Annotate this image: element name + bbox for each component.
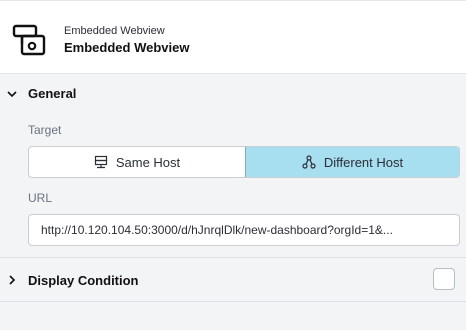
webview-icon	[12, 24, 46, 56]
section-general: General Target Same Host Different Host …	[0, 74, 466, 258]
chevron-right-icon[interactable]	[7, 275, 17, 285]
chevron-down-icon[interactable]	[7, 89, 17, 99]
target-label: Target	[28, 123, 62, 137]
section-general-title[interactable]: General	[28, 86, 76, 101]
same-host-label: Same Host	[115, 154, 181, 170]
widget-type-label: Embedded Webview	[64, 25, 165, 37]
url-label: URL	[28, 191, 53, 205]
display-condition-checkbox[interactable]	[433, 268, 455, 290]
section-display-condition: Display Condition	[0, 258, 466, 302]
target-toggle: Same Host Different Host	[28, 146, 460, 178]
server-icon	[94, 155, 107, 169]
different-host-label: Different Host	[323, 154, 404, 170]
network-icon	[302, 155, 316, 169]
widget-header: Embedded Webview Embedded Webview	[0, 0, 466, 74]
properties-panel: Embedded Webview Embedded Webview Genera…	[0, 0, 466, 330]
widget-title: Embedded Webview	[64, 40, 190, 55]
same-host-option[interactable]: Same Host	[29, 147, 245, 177]
display-condition-title[interactable]: Display Condition	[28, 273, 139, 288]
url-input[interactable]: http://10.120.104.50:3000/d/hJnrqlDlk/ne…	[28, 214, 460, 246]
different-host-option[interactable]: Different Host	[245, 147, 459, 177]
